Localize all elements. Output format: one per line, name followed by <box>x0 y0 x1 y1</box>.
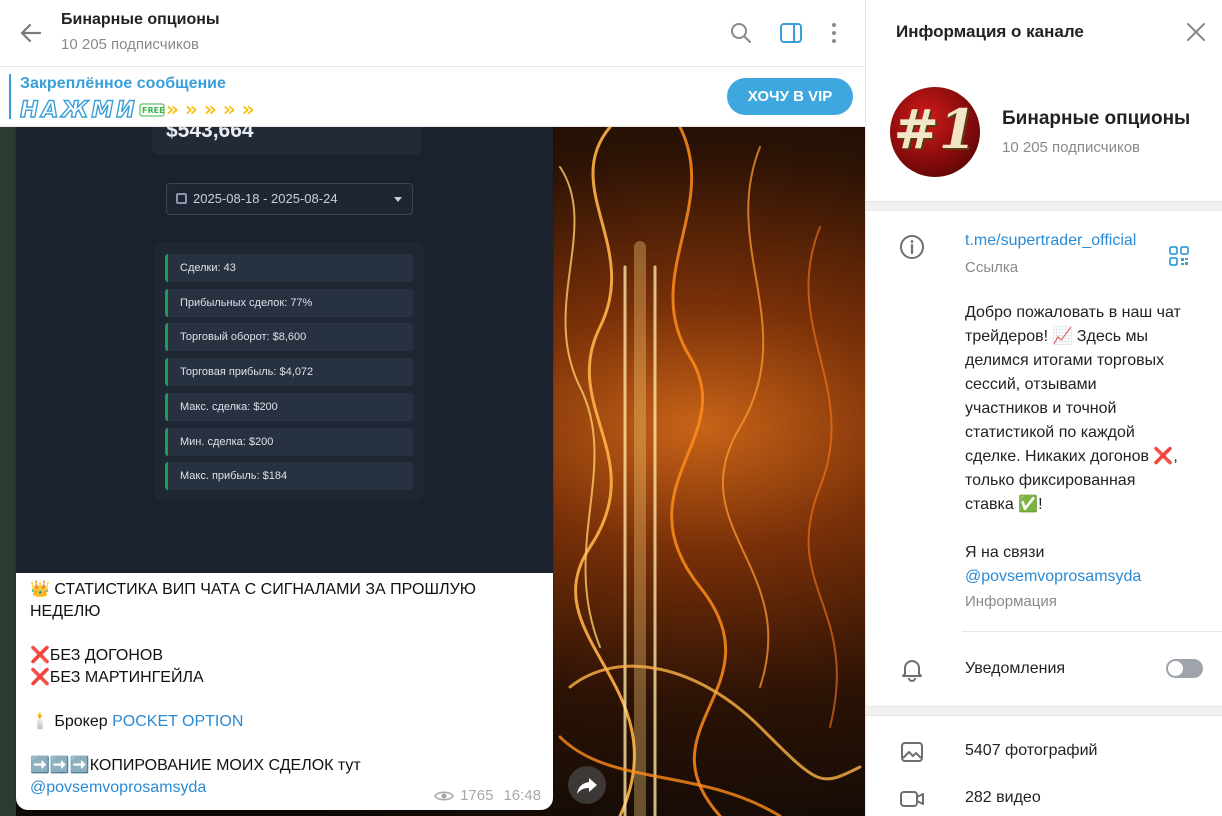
message-time: 16:48 <box>503 787 541 804</box>
telegram-window: Бинарные опционы 10 205 подписчиков Закр… <box>0 0 1222 816</box>
section-separator <box>866 706 1222 716</box>
divider <box>962 631 1222 632</box>
chat-title[interactable]: Бинарные опционы <box>61 11 220 29</box>
channel-link[interactable]: t.me/supertrader_official <box>965 232 1136 250</box>
message-meta: 1765 16:48 <box>434 787 541 804</box>
notifications-label: Уведомления <box>965 660 1066 677</box>
description-line: участников и точной <box>965 400 1117 417</box>
caption-line: ➡️➡️➡️КОПИРОВАНИЕ МОИХ СДЕЛОК тут <box>30 755 540 777</box>
stat-row: Сделки: 43 <box>165 254 413 282</box>
stats-screenshot[interactable]: $543,664 2025-08-18 - 2025-08-24 Сделки:… <box>16 127 553 573</box>
crown-emoji: 👑 <box>30 581 50 598</box>
channel-description: Добро пожаловать в наш чат трейдеров! 📈 … <box>965 301 1215 589</box>
stat-row: Торговый оборот: $8,600 <box>165 323 413 351</box>
search-icon[interactable] <box>727 19 755 47</box>
caption-line: 👑 СТАТИСТИКА ВИП ЧАТА С СИГНАЛАМИ ЗА ПРО… <box>30 579 540 623</box>
broker-link[interactable]: POCKET OPTION <box>112 713 243 730</box>
channel-avatar[interactable]: #1 <box>890 87 980 177</box>
copy-trades-text: КОПИРОВАНИЕ МОИХ СДЕЛОК тут <box>89 757 361 774</box>
message-caption: 👑 СТАТИСТИКА ВИП ЧАТА С СИГНАЛАМИ ЗА ПРО… <box>30 579 540 799</box>
link-label: Ссылка <box>965 259 1019 276</box>
stat-row: Торговая прибыль: $4,072 <box>165 358 413 386</box>
stat-row: Мин. сделка: $200 <box>165 428 413 456</box>
date-range-text: 2025-08-18 - 2025-08-24 <box>193 191 338 206</box>
avatar-text: #1 <box>893 97 977 161</box>
description-line: только фиксированная <box>965 472 1136 489</box>
description-line: делимся итогами торговых <box>965 352 1165 369</box>
back-arrow-icon[interactable] <box>16 18 46 48</box>
chat-subscribers: 10 205 подписчиков <box>61 36 200 53</box>
candles-emoji: 🕯️ <box>30 713 50 730</box>
description-line: сделке. Никаких догонов ❌, <box>965 448 1178 465</box>
broker-prefix: Брокер <box>54 713 113 730</box>
photos-link[interactable]: 5407 фотографий <box>965 742 1097 760</box>
description-line: Добро пожаловать в наш чат <box>965 304 1181 321</box>
more-options-icon[interactable] <box>822 19 850 47</box>
screenshot-amount: $543,664 <box>166 127 254 142</box>
vip-button[interactable]: ХОЧУ В VIP <box>727 78 853 115</box>
caption-title: СТАТИСТИКА ВИП ЧАТА С СИГНАЛАМИ ЗА ПРОШЛ… <box>30 581 476 620</box>
channel-name: Бинарные опционы <box>1002 108 1191 129</box>
photo-icon <box>898 738 926 766</box>
description-line: сессий, отзывами <box>965 376 1097 393</box>
close-icon[interactable] <box>1184 20 1208 44</box>
caption-line: ❌БЕЗ ДОГОНОВ <box>30 645 540 667</box>
description-line: ставка ✅! <box>965 496 1043 513</box>
caption-no-martingale: БЕЗ МАРТИНГЕЙЛА <box>49 669 204 686</box>
qr-code-icon[interactable] <box>1168 245 1190 267</box>
pinned-preview-badge: FREE <box>142 106 165 115</box>
calendar-icon <box>176 193 187 204</box>
stat-row: Макс. сделка: $200 <box>165 393 413 421</box>
contact-text: Я на связи <box>965 544 1045 561</box>
videos-link[interactable]: 282 видео <box>965 789 1041 807</box>
bell-icon <box>898 655 926 683</box>
arrows-emoji: ➡️➡️➡️ <box>30 757 90 774</box>
message-bubble: $543,664 2025-08-18 - 2025-08-24 Сделки:… <box>16 127 553 810</box>
eye-icon <box>434 790 455 801</box>
channel-info-panel: Информация о канале #1 Бинарные опционы … <box>865 0 1222 816</box>
description-line: статистикой по каждой <box>965 424 1135 441</box>
chat-header: Бинарные опционы 10 205 подписчиков <box>0 0 865 67</box>
channel-subscribers: 10 205 подписчиков <box>1002 139 1141 156</box>
pinned-preview: НАЖМИ FREE »»»»» <box>19 96 290 124</box>
pinned-message-bar[interactable]: Закреплённое сообщение НАЖМИ FREE »»»»» … <box>0 67 865 127</box>
section-separator <box>866 201 1222 211</box>
info-icon <box>898 233 926 261</box>
date-range-select: 2025-08-18 - 2025-08-24 <box>166 183 413 215</box>
cross-emoji: ❌ <box>30 669 50 686</box>
sidebar-toggle-icon[interactable] <box>777 19 805 47</box>
pinned-title: Закреплённое сообщение <box>20 75 226 92</box>
pinned-accent-bar <box>9 74 11 119</box>
description-label: Информация <box>965 593 1057 610</box>
video-icon <box>898 785 926 813</box>
share-icon[interactable] <box>568 766 606 804</box>
caret-down-icon <box>394 197 402 202</box>
chat-area: Бинарные опционы 10 205 подписчиков Закр… <box>0 0 865 816</box>
info-heading: Информация о канале <box>896 22 1084 41</box>
stat-row: Макс. прибыль: $184 <box>165 462 413 490</box>
contact-mention[interactable]: @povsemvoprosamsyda <box>965 565 1215 589</box>
cross-emoji: ❌ <box>30 647 50 664</box>
chat-left-strip <box>0 127 16 816</box>
caption-line: 🕯️ Брокер POCKET OPTION <box>30 711 540 733</box>
pinned-preview-text: НАЖМИ <box>20 98 138 122</box>
view-count: 1765 <box>460 787 494 804</box>
stat-row: Прибыльных сделок: 77% <box>165 289 413 317</box>
toggle-knob <box>1168 661 1183 676</box>
caption-line: ❌БЕЗ МАРТИНГЕЙЛА <box>30 667 540 689</box>
description-line: трейдеров! 📈 Здесь мы <box>965 328 1149 345</box>
notifications-toggle[interactable] <box>1166 659 1203 678</box>
caption-no-catchup: БЕЗ ДОГОНОВ <box>49 647 164 664</box>
pinned-preview-arrows: »»»»» <box>166 97 261 121</box>
